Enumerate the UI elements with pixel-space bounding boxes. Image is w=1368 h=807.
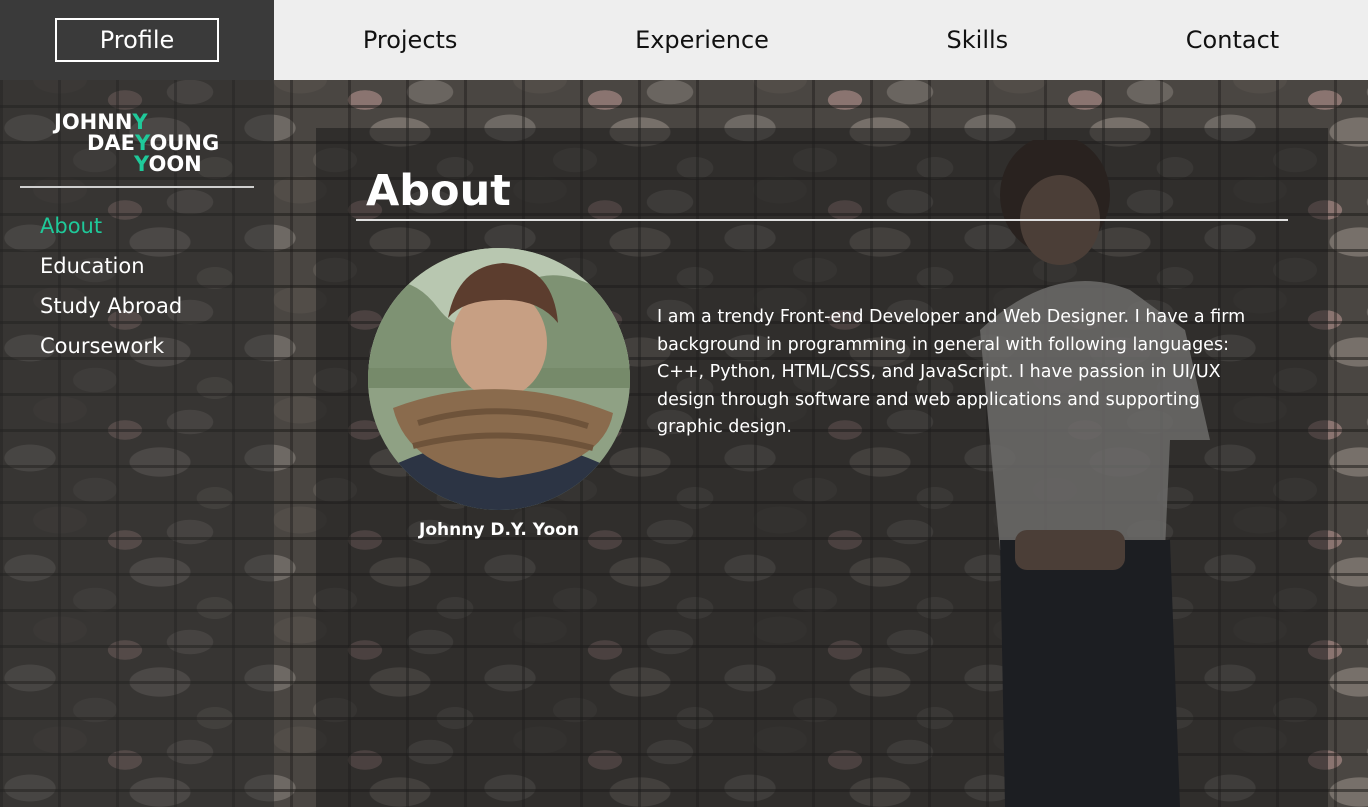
sidebar-item-about[interactable]: About [40, 212, 182, 252]
sidebar-divider [20, 186, 254, 188]
profile-button[interactable]: Profile [55, 18, 219, 62]
logo-text: DAE [87, 131, 136, 155]
sidebar-item-education[interactable]: Education [40, 252, 182, 292]
sidebar-menu: About Education Study Abroad Coursework [40, 212, 182, 372]
logo-accent: Y [134, 152, 149, 176]
logo-text: OON [148, 152, 202, 176]
nav-link-contact[interactable]: Contact [1186, 26, 1279, 54]
top-navbar: Profile Projects Experience Skills Conta… [0, 0, 1368, 80]
nav-link-skills[interactable]: Skills [947, 26, 1009, 54]
nav-link-experience[interactable]: Experience [635, 26, 769, 54]
nav-links: Projects Experience Skills Contact [274, 0, 1368, 80]
page-title: About [366, 166, 511, 216]
logo-line-1: JOHNNY [54, 112, 148, 133]
profile-cell: Profile [0, 0, 274, 80]
sidebar-item-study-abroad[interactable]: Study Abroad [40, 292, 182, 332]
sidebar-item-coursework[interactable]: Coursework [40, 332, 182, 372]
logo-line-2: DAEYOUNG [87, 133, 219, 154]
about-panel: About Johnny D.Y. Yoon I am a trendy Fro… [316, 128, 1328, 807]
profile-photo [368, 248, 630, 510]
title-underline [356, 219, 1288, 221]
site-logo[interactable]: JOHNNY DAEYOUNG YOON [20, 112, 254, 176]
logo-line-3: YOON [134, 154, 202, 175]
profile-photo-illustration [368, 248, 630, 510]
profile-name-caption: Johnny D.Y. Yoon [419, 520, 579, 540]
about-description: I am a trendy Front-end Developer and We… [657, 307, 1246, 437]
nav-link-projects[interactable]: Projects [363, 26, 458, 54]
sidebar: JOHNNY DAEYOUNG YOON About Education Stu… [0, 80, 274, 807]
